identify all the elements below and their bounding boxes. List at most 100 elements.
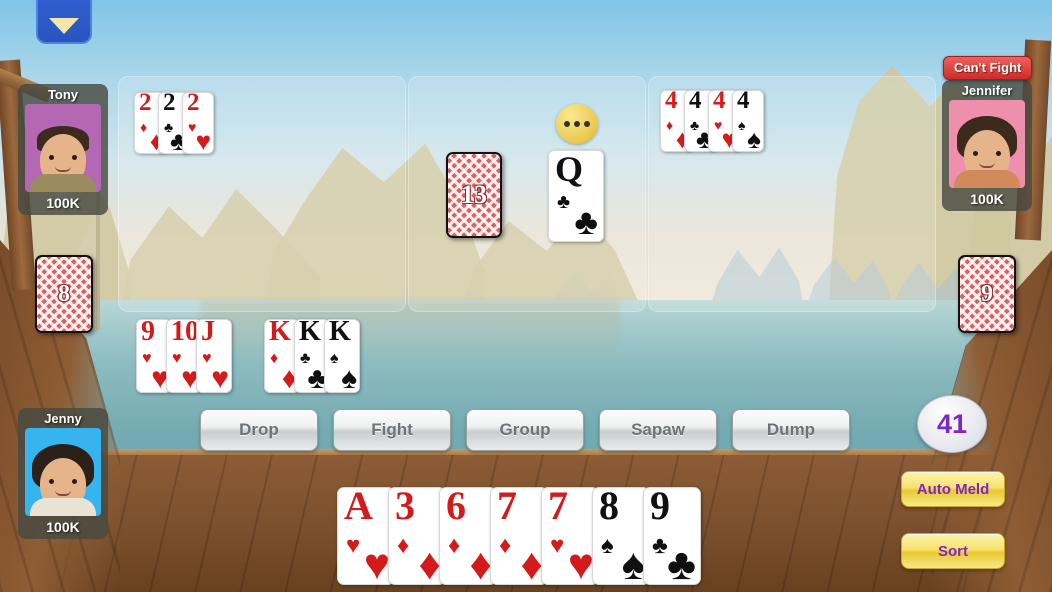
stock-pile[interactable]: 13: [446, 152, 502, 238]
auto-meld-button[interactable]: Auto Meld: [901, 471, 1005, 507]
dot: [584, 121, 590, 127]
meld-card[interactable]: K ♠ ♠: [324, 319, 360, 393]
meld-card[interactable]: 4 ♠ ♠: [732, 90, 764, 152]
player-hand[interactable]: A ♥ ♥ 3 ♦ ♦ 6 ♦ ♦ 7 ♦ ♦ 7 ♥ ♥ 8 ♠ ♠ 9 ♣ ♣: [337, 487, 704, 585]
avatar: [949, 100, 1025, 188]
card-suit-large: ♣: [574, 201, 598, 242]
card-suit-large: ♠: [747, 124, 761, 152]
player-chips: 100K: [46, 195, 80, 211]
card-rank: 10: [171, 319, 199, 347]
card-rank: 7: [548, 487, 568, 528]
menu-dropdown-button[interactable]: [36, 0, 92, 44]
action-button-bar: Drop Fight Group Sapaw Dump: [200, 409, 850, 451]
meld-group-top-right[interactable]: 4 ♦ ♦ 4 ♣ ♣ 4 ♥ ♥ 4 ♠ ♠: [660, 90, 766, 152]
card-rank: Q: [555, 150, 584, 189]
card-suit-small: ♦: [140, 119, 148, 135]
discard-card[interactable]: Q ♣ ♣: [548, 150, 604, 242]
hand-card[interactable]: 7 ♥ ♥: [541, 487, 599, 585]
card-suit-large: ♣: [667, 540, 696, 585]
card-rank: 4: [737, 90, 750, 114]
avatar-body: [30, 498, 96, 516]
card-suit-small: ♦: [270, 350, 279, 367]
avatar-eye: [996, 151, 1001, 156]
card-pile-left[interactable]: 8: [35, 255, 93, 333]
card-rank: 7: [497, 487, 517, 528]
card-suit-small: ♣: [557, 191, 571, 213]
card-rank: 4: [665, 90, 678, 114]
player-name: Jennifer: [961, 83, 1013, 98]
card-rank: K: [299, 319, 321, 347]
card-suit-small: ♠: [601, 532, 614, 559]
avatar-eye: [49, 155, 54, 160]
card-rank: 2: [163, 92, 176, 116]
card-rank: J: [201, 319, 215, 347]
meld-group-bottom-run[interactable]: 9 ♥ ♥ 10 ♥ ♥ J ♥ ♥: [136, 319, 234, 393]
action-button-drop[interactable]: Drop: [200, 409, 318, 451]
avatar-eye: [72, 155, 77, 160]
card-suit-small: ♦: [448, 532, 461, 559]
dot: [564, 121, 570, 127]
card-pile-right[interactable]: 9: [958, 255, 1016, 333]
action-button-fight[interactable]: Fight: [333, 409, 451, 451]
card-suit-small: ♣: [652, 532, 668, 559]
player-panel-jenny[interactable]: Jenny 100K: [18, 408, 108, 539]
card-suit-small: ♠: [330, 350, 339, 367]
player-panel-jennifer[interactable]: Jennifer 100K: [942, 80, 1032, 211]
hand-card[interactable]: 8 ♠ ♠: [592, 487, 650, 585]
player-name: Jenny: [44, 411, 82, 426]
card-pile-count: 9: [981, 280, 993, 307]
thinking-dots-icon: [556, 104, 598, 144]
card-suit-small: ♥: [202, 350, 212, 367]
hand-card[interactable]: 3 ♦ ♦: [388, 487, 446, 585]
card-rank: K: [269, 319, 291, 347]
card-suit-large: ♠: [341, 362, 357, 393]
avatar-eye: [49, 479, 54, 484]
chevron-down-icon: [49, 18, 79, 34]
meld-card[interactable]: 2 ♥ ♥: [182, 92, 214, 154]
card-suit-small: ♥: [172, 350, 182, 367]
player-panel-tony[interactable]: Tony 100K: [18, 84, 108, 215]
card-suit-large: ♥: [195, 126, 211, 154]
card-suit-large: ♥: [211, 362, 229, 393]
meld-group-top-left[interactable]: 2 ♦ ♦ 2 ♣ ♣ 2 ♥ ♥: [134, 92, 216, 154]
card-suit-small: ♦: [397, 532, 410, 559]
avatar-eye: [973, 151, 978, 156]
hand-card[interactable]: 9 ♣ ♣: [643, 487, 701, 585]
avatar-eye: [72, 479, 77, 484]
player-name: Tony: [47, 87, 79, 102]
discard-pile[interactable]: Q ♣ ♣: [548, 150, 604, 242]
score-display: 41: [917, 395, 987, 453]
card-rank: A: [344, 487, 373, 528]
meld-card[interactable]: J ♥ ♥: [196, 319, 232, 393]
hand-card[interactable]: 7 ♦ ♦: [490, 487, 548, 585]
card-rank: 4: [713, 90, 726, 114]
card-suit-large: ♥: [567, 540, 594, 585]
card-rank: 8: [599, 487, 619, 528]
card-suit-small: ♥: [550, 532, 565, 559]
action-button-group[interactable]: Group: [466, 409, 584, 451]
card-suit-large: ♦: [418, 540, 441, 585]
hand-card[interactable]: 6 ♦ ♦: [439, 487, 497, 585]
stock-count: 13: [461, 180, 487, 209]
card-rank: 9: [650, 487, 670, 528]
sort-button[interactable]: Sort: [901, 533, 1005, 569]
action-button-sapaw[interactable]: Sapaw: [599, 409, 717, 451]
card-rank: 2: [139, 92, 152, 116]
card-suit-large: ♦: [469, 540, 492, 585]
card-suit-large: ♠: [621, 540, 645, 585]
dot: [574, 121, 580, 127]
card-suit-small: ♦: [666, 117, 674, 133]
avatar-body: [954, 170, 1020, 188]
card-suit-small: ♠: [738, 117, 746, 133]
hand-card[interactable]: A ♥ ♥: [337, 487, 395, 585]
meld-group-bottom-set[interactable]: K ♦ ♦ K ♣ ♣ K ♠ ♠: [264, 319, 362, 393]
status-badge-cant-fight: Can't Fight: [943, 56, 1033, 80]
card-rank: K: [329, 319, 351, 347]
meld-drop-zone-center[interactable]: [408, 76, 646, 312]
avatar: [25, 428, 101, 516]
action-button-dump[interactable]: Dump: [732, 409, 850, 451]
card-suit-small: ♥: [142, 350, 152, 367]
card-suit-small: ♦: [499, 532, 512, 559]
avatar-body: [30, 174, 96, 192]
card-suit-small: ♥: [346, 532, 361, 559]
